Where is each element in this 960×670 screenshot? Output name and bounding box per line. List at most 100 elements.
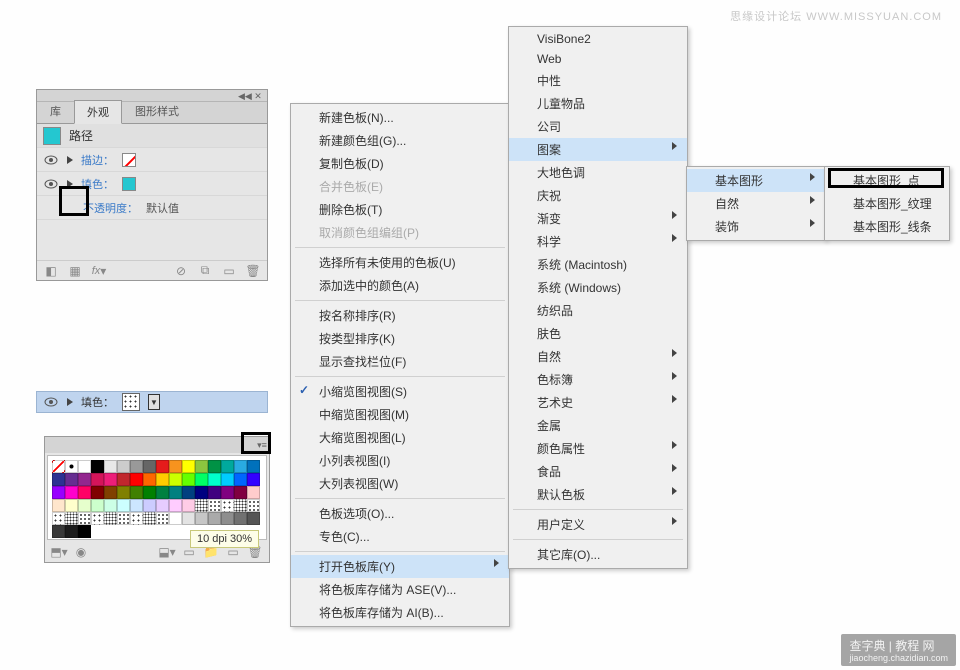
swatch-cell[interactable] <box>104 499 117 512</box>
swatch-cell[interactable] <box>247 499 260 512</box>
collapse-icon[interactable]: ◀◀ <box>238 91 248 101</box>
swatch-cell[interactable] <box>65 499 78 512</box>
tab-library[interactable]: 库 <box>37 99 74 123</box>
tab-graphic-styles[interactable]: 图形样式 <box>122 99 192 123</box>
swatch-cell[interactable] <box>247 512 260 525</box>
menu-item[interactable]: 选择所有未使用的色板(U) <box>291 251 509 274</box>
menu-item[interactable]: 新建色板(N)... <box>291 106 509 129</box>
menu-item[interactable]: 基本图形_点 <box>825 169 949 192</box>
swatch-cell[interactable] <box>208 499 221 512</box>
menu-item[interactable]: 金属 <box>509 414 687 437</box>
swatch-cell[interactable] <box>91 473 104 486</box>
menu-item[interactable]: 基本图形_纹理 <box>825 192 949 215</box>
swatch-cell[interactable] <box>169 499 182 512</box>
swatch-cell[interactable] <box>104 473 117 486</box>
swatch-cell[interactable] <box>156 486 169 499</box>
swatch-cell[interactable] <box>169 473 182 486</box>
swatch-cell[interactable] <box>130 486 143 499</box>
stroke-swatch[interactable] <box>122 153 136 167</box>
menu-item[interactable]: 删除色板(T) <box>291 198 509 221</box>
swatch-cell[interactable] <box>104 512 117 525</box>
swatch-cell[interactable] <box>143 486 156 499</box>
tab-appearance[interactable]: 外观 <box>74 100 122 124</box>
fill-label[interactable]: 填色： <box>81 176 114 192</box>
menu-item[interactable]: 中性 <box>509 69 687 92</box>
menu-item[interactable]: 添加选中的颜色(A) <box>291 274 509 297</box>
menu-item[interactable]: 按名称排序(R) <box>291 304 509 327</box>
swatch-cell[interactable] <box>208 486 221 499</box>
menu-item[interactable]: 色板选项(O)... <box>291 502 509 525</box>
fill-swatch[interactable] <box>122 177 136 191</box>
swatch-cell[interactable] <box>247 486 260 499</box>
swatch-cell[interactable] <box>156 499 169 512</box>
visibility-icon[interactable] <box>43 152 59 168</box>
menu-item[interactable]: 将色板库存储为 ASE(V)... <box>291 578 509 601</box>
menu-item[interactable]: 图案 <box>509 138 687 161</box>
menu-item[interactable]: 庆祝 <box>509 184 687 207</box>
menu-item[interactable]: VisiBone2 <box>509 29 687 49</box>
swatch-cell[interactable] <box>234 512 247 525</box>
swatch-cell[interactable] <box>182 486 195 499</box>
camera-icon[interactable]: ◉ <box>73 544 89 560</box>
swatch-cell[interactable] <box>234 499 247 512</box>
visibility-icon[interactable] <box>43 176 59 192</box>
fx-icon[interactable]: fx▾ <box>91 263 107 279</box>
menu-item[interactable]: 将色板库存储为 AI(B)... <box>291 601 509 624</box>
menu-item[interactable]: 渐变 <box>509 207 687 230</box>
swatch-cell[interactable] <box>195 512 208 525</box>
swatch-cell[interactable] <box>182 512 195 525</box>
opacity-row[interactable]: 不透明度： 默认值 <box>37 196 267 220</box>
swatch-cell[interactable] <box>221 499 234 512</box>
menu-item[interactable]: 小列表视图(I) <box>291 449 509 472</box>
stroke-label[interactable]: 描边： <box>81 152 114 168</box>
swatch-cell[interactable] <box>143 460 156 473</box>
mini-fill-row[interactable]: 填色： ▼ <box>36 391 268 413</box>
menu-item[interactable]: 基本图形 <box>687 169 825 192</box>
swatch-cell[interactable] <box>169 512 182 525</box>
swatch-cell[interactable] <box>247 473 260 486</box>
swatch-cell[interactable] <box>91 460 104 473</box>
pattern-swatch[interactable] <box>122 393 140 411</box>
menu-item[interactable]: 系统 (Windows) <box>509 276 687 299</box>
expand-icon[interactable] <box>67 180 73 188</box>
swatch-grid[interactable] <box>47 455 267 540</box>
swatch-cell[interactable] <box>182 460 195 473</box>
swatch-cell[interactable] <box>52 473 65 486</box>
menu-item[interactable]: 打开色板库(Y) <box>291 555 509 578</box>
swatch-cell[interactable] <box>182 499 195 512</box>
swatch-cell[interactable] <box>221 486 234 499</box>
stroke-row[interactable]: 描边： <box>37 148 267 172</box>
swatch-cell[interactable] <box>78 486 91 499</box>
swatch-cell[interactable] <box>65 486 78 499</box>
swatch-cell[interactable] <box>78 473 91 486</box>
menu-item[interactable]: 自然 <box>687 192 825 215</box>
close-icon[interactable]: ✕ <box>253 91 263 101</box>
swatch-cell[interactable] <box>65 525 78 538</box>
menu-item[interactable]: 系统 (Macintosh) <box>509 253 687 276</box>
path-row[interactable]: 路径 <box>37 124 267 148</box>
swatch-cell[interactable] <box>52 486 65 499</box>
swatch-cell[interactable] <box>117 486 130 499</box>
menu-item[interactable]: 儿童物品 <box>509 92 687 115</box>
swatch-cell[interactable] <box>234 486 247 499</box>
swatch-cell[interactable] <box>143 473 156 486</box>
swatch-cell[interactable] <box>104 460 117 473</box>
duplicate-icon[interactable]: ⧉ <box>197 263 213 279</box>
menu-item[interactable]: 自然 <box>509 345 687 368</box>
menu-item[interactable]: Web <box>509 49 687 69</box>
swatch-cell[interactable] <box>78 525 91 538</box>
menu-item[interactable]: 默认色板 <box>509 483 687 506</box>
swatch-cell[interactable] <box>156 460 169 473</box>
menu-item[interactable]: 小缩览图视图(S)✓ <box>291 380 509 403</box>
swatch-cell[interactable] <box>221 460 234 473</box>
menu-item[interactable]: 大缩览图视图(L) <box>291 426 509 449</box>
swatch-cell[interactable] <box>91 499 104 512</box>
flyout-menu-icon[interactable]: ▾≡ <box>257 440 267 450</box>
swatch-cell[interactable] <box>117 499 130 512</box>
swatch-cell[interactable] <box>195 473 208 486</box>
swatch-cell[interactable] <box>169 460 182 473</box>
trash-icon[interactable]: 🗑 <box>245 263 261 279</box>
swatch-cell[interactable] <box>130 473 143 486</box>
swatch-cell[interactable] <box>91 486 104 499</box>
menu-item[interactable]: 基本图形_线条 <box>825 215 949 238</box>
